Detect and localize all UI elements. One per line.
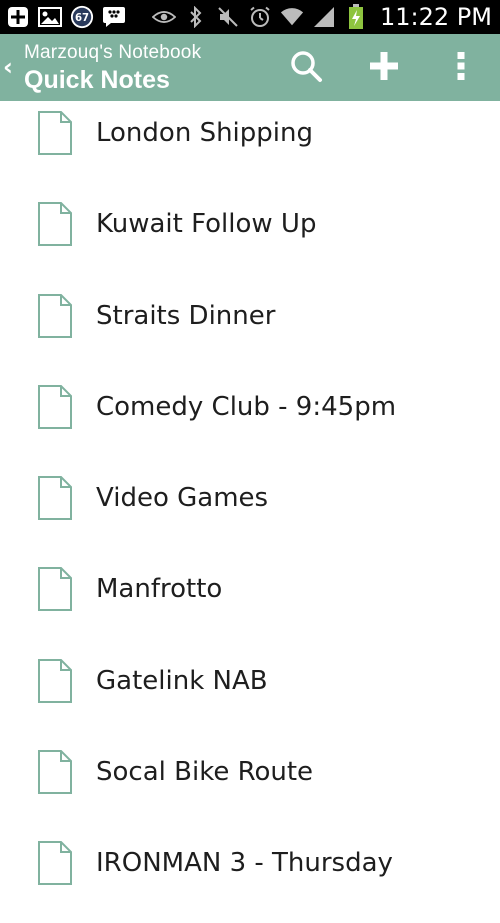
bluetooth-icon: [184, 5, 208, 29]
notes-list: London Shipping Kuwait Follow Up Straits…: [0, 101, 500, 923]
list-item[interactable]: Video Games: [0, 466, 500, 557]
list-item[interactable]: Comedy Club - 9:45pm: [0, 375, 500, 466]
page-icon: [38, 202, 72, 247]
list-item[interactable]: London Shipping: [0, 101, 500, 192]
note-title: IRONMAN 3 - Thursday: [96, 848, 393, 879]
page-icon: [38, 567, 72, 612]
list-item[interactable]: Gatelink NAB: [0, 649, 500, 740]
page-icon: [38, 111, 72, 155]
note-title: Straits Dinner: [96, 300, 276, 331]
mute-icon: [216, 5, 240, 29]
status-bar-system: 11:22 PM: [152, 3, 500, 31]
search-icon: [289, 49, 323, 88]
alarm-icon: [248, 5, 272, 29]
page-icon: [38, 658, 72, 703]
list-item[interactable]: Socal Bike Route: [0, 740, 500, 831]
section-title: Quick Notes: [24, 66, 170, 94]
notification-count-icon: 67: [70, 5, 94, 29]
note-title: Socal Bike Route: [96, 757, 314, 788]
status-bar-notifications: 67: [0, 5, 126, 29]
note-title: London Shipping: [96, 118, 313, 148]
overflow-menu-button[interactable]: [441, 48, 481, 88]
signal-icon: [312, 5, 336, 29]
status-time: 11:22 PM: [380, 3, 492, 31]
page-icon: [38, 293, 72, 338]
bbm-icon: [102, 5, 126, 29]
page-icon: [38, 476, 72, 521]
back-chevron-icon[interactable]: ‹: [3, 55, 13, 79]
add-icon: [6, 5, 30, 29]
add-icon: [369, 51, 399, 86]
action-bar: ‹ Marzouq's Notebook Quick Notes: [0, 34, 500, 101]
page-icon: [38, 384, 72, 429]
notebook-name: Marzouq's Notebook: [24, 42, 202, 63]
battery-charging-icon: [344, 4, 368, 29]
notification-count: 67: [75, 13, 89, 24]
overflow-menu-icon: [456, 51, 466, 86]
status-bar: 67 11:22 PM: [0, 0, 500, 34]
page-icon: [38, 841, 72, 886]
search-button[interactable]: [286, 48, 326, 88]
note-title: Video Games: [96, 483, 269, 514]
list-item[interactable]: IRONMAN 3 - Thursday: [0, 831, 500, 922]
note-title: Kuwait Follow Up: [96, 209, 317, 240]
image-icon: [38, 5, 62, 29]
note-title: Manfrotto: [96, 574, 223, 605]
list-item[interactable]: Manfrotto: [0, 557, 500, 648]
wifi-icon: [280, 5, 304, 29]
note-title: Comedy Club - 9:45pm: [96, 391, 397, 422]
list-item[interactable]: Kuwait Follow Up: [0, 192, 500, 283]
list-item[interactable]: Straits Dinner: [0, 284, 500, 375]
note-title: Gatelink NAB: [96, 665, 268, 696]
page-icon: [38, 750, 72, 795]
add-note-button[interactable]: [364, 48, 404, 88]
eye-icon: [152, 5, 177, 29]
